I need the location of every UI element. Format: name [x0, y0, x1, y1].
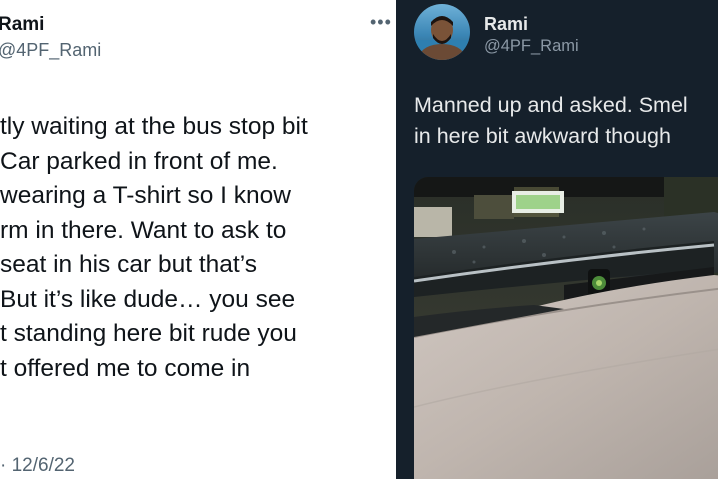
car-interior-photo[interactable] [414, 177, 718, 479]
tweet-line: seat in his car but that’s [0, 251, 257, 278]
tweet-line: But it’s like dude… you see [0, 285, 296, 313]
tweet-line: Manned up and asked. Smel [414, 93, 688, 117]
tweet-line: t offered me to come in [0, 354, 251, 382]
avatar-portrait-icon [414, 16, 470, 60]
tweet-line: tly waiting at the bus stop bit [0, 113, 308, 140]
right-author-handle[interactable]: @4PF_Rami [484, 37, 579, 56]
tweet-line: t standing here bit rude you [0, 320, 297, 347]
car-interior-illustration [414, 177, 718, 479]
left-author-name[interactable]: Rami [0, 14, 44, 36]
tweet-line: Car parked in front of me. [0, 147, 278, 175]
left-tweet-text: tly waiting at the bus stop bit Car park… [0, 110, 396, 386]
left-tweet-card: Rami @4PF_Rami ••• tly waiting at the bu… [0, 0, 396, 479]
right-tweet-text: Manned up and asked. Smel in here bit aw… [414, 90, 718, 152]
avatar[interactable] [414, 4, 470, 60]
right-tweet-card: Rami @4PF_Rami Manned up and asked. Smel… [396, 0, 718, 479]
tweet-line: wearing a T-shirt so I know [0, 182, 291, 209]
tweet-line: rm in there. Want to ask to [0, 216, 287, 244]
tweet-line: in here bit awkward though [414, 124, 671, 148]
right-author-name[interactable]: Rami [484, 14, 528, 35]
left-tweet-date[interactable]: · 12/6/22 [0, 455, 75, 477]
more-dots-icon[interactable]: ••• [370, 12, 392, 33]
left-author-handle[interactable]: @4PF_Rami [0, 40, 101, 61]
